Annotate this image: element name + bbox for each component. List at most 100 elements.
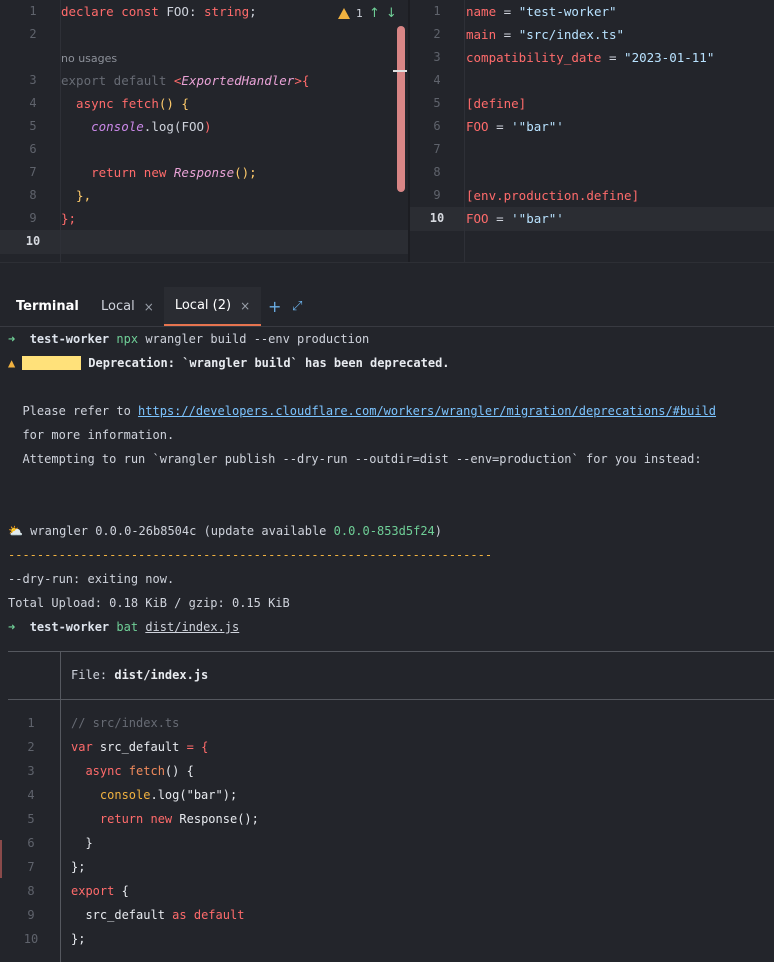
token: () { (158, 96, 189, 111)
attempting-line: Attempting to run `wrangler publish --dr… (8, 452, 702, 466)
token: Response (179, 812, 238, 826)
line-number: 5 (27, 812, 35, 826)
code-line: declare const FOO: string; (61, 4, 257, 19)
warning-icon[interactable] (338, 7, 350, 19)
token: return (71, 812, 151, 826)
editor-pane-index-ts[interactable]: 1 2 3 4 5 6 7 8 9 10 no usages declare const FOO:… (0, 0, 408, 262)
command-args: dist/index.js (145, 620, 240, 634)
token: '"bar"' (511, 119, 564, 134)
token: ; (249, 4, 257, 19)
token: (); (234, 165, 257, 180)
token: src_default (99, 740, 180, 754)
line-number: 8 (433, 165, 441, 179)
code-line: }; (71, 860, 85, 874)
bat-mid-rule (8, 699, 774, 700)
token: }, (61, 188, 92, 203)
token: // src/index.ts (71, 716, 180, 730)
terminal-tab-bar: Terminal Local × Local (2) × + ⤢ (0, 287, 774, 327)
prompt-line: ➜ test-worker bat dist/index.js (8, 620, 239, 634)
line-number: 4 (29, 96, 37, 110)
code-line: async fetch() { (71, 764, 194, 778)
code-line: var src_default = { (71, 740, 208, 754)
token: "2023-01-11" (624, 50, 715, 65)
warning-line: ▲ WARNING Deprecation: `wrangler build` … (8, 356, 450, 370)
line-number: 10 (25, 234, 41, 248)
refer-line: Please refer to https://developers.cloud… (8, 404, 716, 418)
code-line: console.log(FOO) (61, 119, 212, 134)
token: [env.production.define] (466, 188, 640, 203)
deprecation-link[interactable]: https://developers.cloudflare.com/worker… (138, 404, 716, 418)
line-number: 7 (433, 142, 441, 156)
wrangler-version: wrangler 0.0.0-26b8504c (update availabl… (22, 524, 334, 538)
token: ) (204, 119, 212, 134)
tab-local[interactable]: Local × (101, 287, 154, 326)
token: FOO (466, 119, 489, 134)
token: = (488, 119, 512, 134)
refer-text: Please refer to (8, 404, 139, 418)
token: = (601, 50, 625, 65)
token: ExportedHandler (181, 73, 295, 88)
file-label: File: (71, 668, 115, 682)
token: new (143, 165, 174, 180)
line-number: 6 (29, 142, 37, 156)
add-tab-icon[interactable]: + (268, 287, 281, 326)
code-line: FOO = '"bar"' (466, 211, 564, 226)
more-info-line: for more information. (8, 428, 175, 442)
line-number: 9 (433, 188, 441, 202)
code-line: export { (71, 884, 129, 898)
inspection-widget[interactable]: 1 ↑ ↓ (338, 4, 397, 22)
close-icon[interactable]: × (144, 300, 154, 314)
line-number: 9 (27, 908, 35, 922)
editor-pane-wrangler-toml[interactable]: 1 2 3 4 5 6 7 8 9 10 name = "test-worker" main = "… (410, 0, 774, 262)
line-number: 6 (433, 119, 441, 133)
token: async (71, 764, 129, 778)
tab-local-2[interactable]: Local (2) × (164, 287, 261, 326)
token: declare (61, 4, 122, 19)
code-line: } (71, 836, 92, 850)
token: () { (164, 764, 194, 778)
vertical-scrollbar[interactable] (397, 26, 405, 192)
line-number: 1 (27, 716, 35, 730)
token: >{ (294, 73, 310, 88)
wrangler-version-line: ⛅️ wrangler 0.0.0-26b8504c (update avail… (8, 524, 442, 538)
line-number: 10 (429, 211, 445, 225)
close-icon[interactable]: × (240, 299, 250, 313)
code-line: name = "test-worker" (466, 4, 617, 19)
next-highlight-icon[interactable]: ↓ (386, 6, 397, 21)
code-line: src_default as default (71, 908, 244, 922)
code-line: return new Response(); (61, 165, 257, 180)
code-line: compatibility_date = "2023-01-11" (466, 50, 714, 65)
token: FOO (181, 119, 205, 134)
warning-count: 1 (356, 6, 363, 20)
token: "src/index.ts" (518, 27, 625, 42)
bat-top-rule (8, 651, 774, 652)
token: as (172, 908, 194, 922)
line-number: 1 (433, 4, 441, 18)
cloud-sun-icon: ⛅️ (8, 524, 23, 538)
token: "test-worker" (518, 4, 617, 19)
token: = (496, 27, 519, 42)
line-number: 2 (433, 27, 441, 41)
line-number: 8 (27, 884, 35, 898)
code-line: }, (61, 188, 91, 203)
token: }; (71, 932, 86, 946)
line-number: 3 (433, 50, 441, 64)
token: name (466, 4, 497, 19)
previous-highlight-icon[interactable]: ↑ (369, 6, 380, 21)
line-number: 7 (27, 860, 35, 874)
token: '"bar"' (511, 211, 564, 226)
deprecation-message: Deprecation: `wrangler build` has been d… (88, 356, 450, 370)
line-number: 3 (29, 73, 37, 87)
bat-header-divider (60, 651, 61, 699)
token: src_default (71, 908, 173, 922)
token: console (91, 119, 144, 134)
token: = { (179, 740, 209, 754)
expand-icon[interactable]: ⤢ (292, 287, 302, 326)
code-line: return new Response(); (71, 812, 259, 826)
token: }; (71, 860, 86, 874)
line-number: 3 (27, 764, 35, 778)
command-args: wrangler build --env production (138, 332, 370, 346)
token: const (121, 4, 167, 19)
token: }; (61, 211, 77, 226)
command-name: npx (116, 332, 139, 346)
